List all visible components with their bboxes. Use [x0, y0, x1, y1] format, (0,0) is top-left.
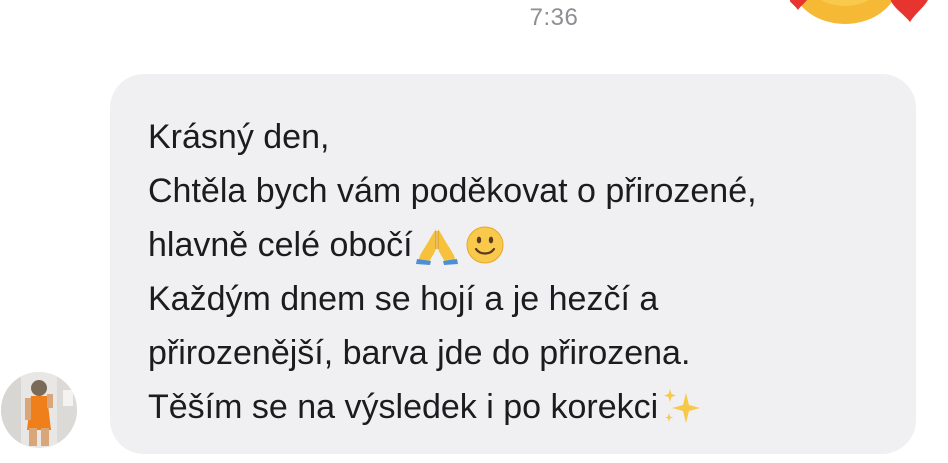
heart-eyes-emoji-icon[interactable]	[788, 0, 948, 28]
message-line: hlavně celé obočí	[148, 218, 916, 272]
message-line: Krásný den,	[148, 118, 330, 156]
message-line: Těším se na výsledek i po korekci	[148, 380, 916, 434]
message-bubble[interactable]: Krásný den, Chtěla bych vám poděkovat o …	[110, 74, 916, 454]
avatar[interactable]	[1, 372, 77, 448]
message-line: Chtěla bych vám poděkovat o přirozené,	[148, 172, 757, 210]
folded-hands-icon	[415, 225, 459, 265]
sparkles-icon	[660, 385, 704, 429]
profile-photo	[1, 372, 77, 448]
message-line: Každým dnem se hojí a je hezčí a	[148, 280, 659, 318]
slightly-smiling-face-icon	[465, 225, 505, 265]
message-line: přirozenější, barva jde do přirozena.	[148, 334, 691, 372]
